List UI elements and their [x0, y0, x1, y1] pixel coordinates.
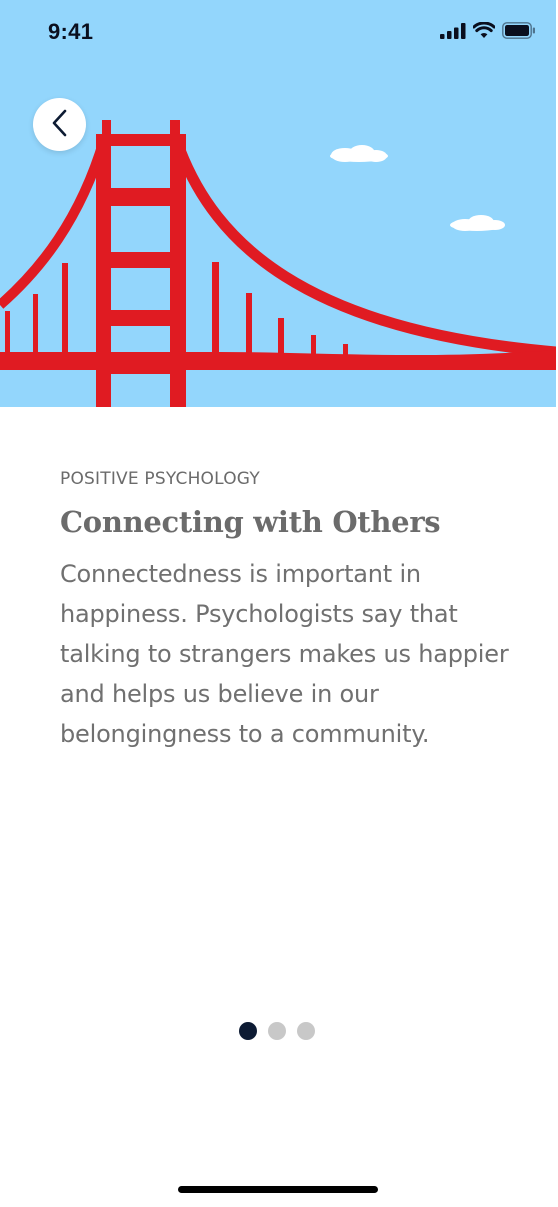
page-dot-active[interactable] — [239, 1022, 257, 1040]
article-description: Connectedness is important in happiness.… — [60, 560, 509, 748]
home-indicator[interactable] — [178, 1186, 378, 1193]
chevron-left-icon — [50, 108, 70, 142]
wifi-icon — [472, 21, 496, 43]
page-dot[interactable] — [268, 1022, 286, 1040]
status-bar: 9:41 — [0, 0, 558, 70]
article-content: POSITIVE PSYCHOLOGY Connecting with Othe… — [60, 468, 520, 754]
page-dot[interactable] — [297, 1022, 315, 1040]
back-button[interactable] — [33, 98, 86, 151]
status-icons — [440, 21, 536, 43]
signal-icon — [440, 22, 466, 43]
article-title: Connecting with Others — [60, 505, 441, 539]
article-category: POSITIVE PSYCHOLOGY — [60, 469, 260, 489]
status-time: 9:41 — [48, 19, 94, 44]
battery-icon — [502, 22, 536, 43]
page-indicator — [239, 1022, 315, 1040]
